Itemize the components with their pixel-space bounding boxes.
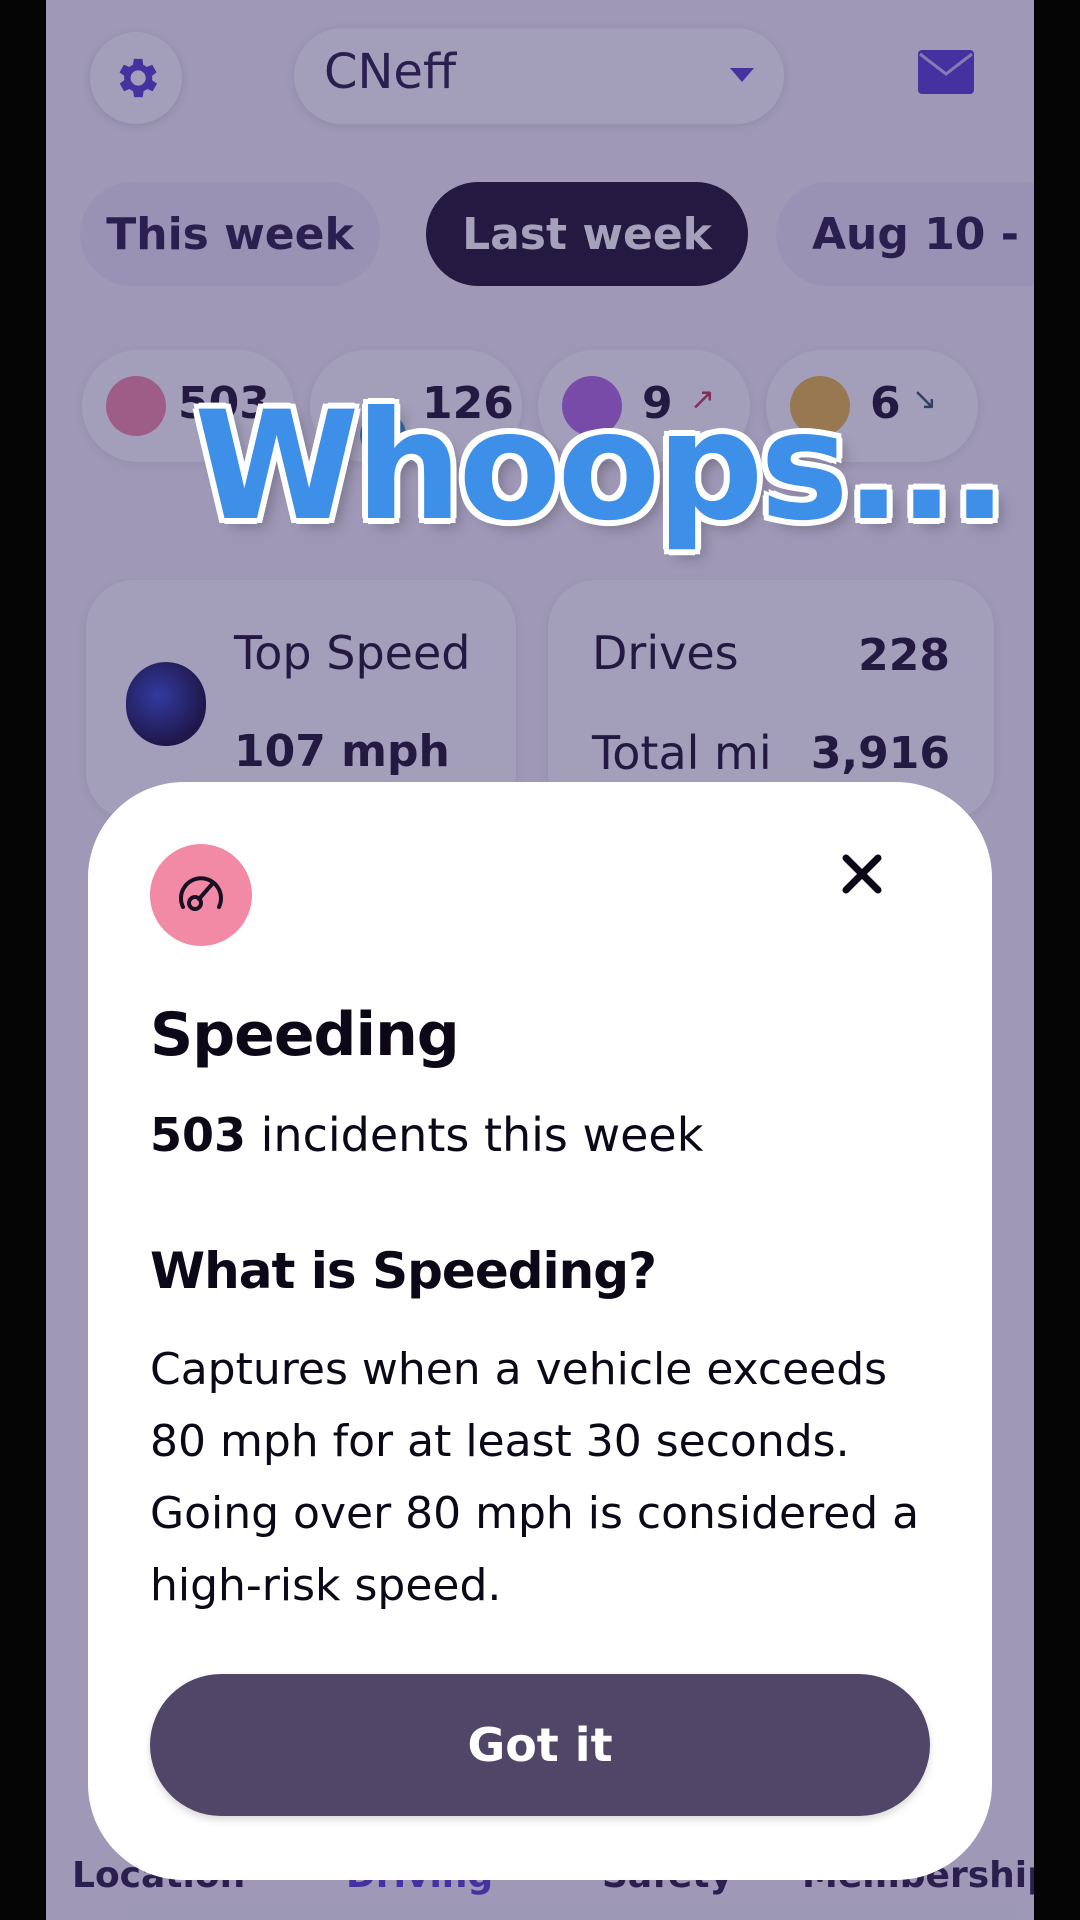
modal-title: Speeding: [150, 1000, 460, 1070]
speeding-info-modal: Speeding 503 incidents this week What is…: [88, 782, 992, 1880]
modal-question: What is Speeding?: [150, 1242, 657, 1300]
letterbox-right: [1034, 0, 1080, 1920]
incident-count-number: 503: [150, 1108, 247, 1162]
close-icon: [842, 854, 882, 894]
caption-overlay: Whoops...: [194, 380, 1008, 554]
incident-count-text: incidents this week: [246, 1108, 704, 1162]
speedometer-icon: [150, 844, 252, 946]
got-it-button[interactable]: Got it: [150, 1674, 930, 1816]
modal-description: Captures when a vehicle exceeds 80 mph f…: [150, 1344, 920, 1611]
incident-count: 503 incidents this week: [150, 1108, 703, 1162]
app-screen: CNeff This week Last week Aug 10 - A 503…: [46, 0, 1034, 1920]
close-button[interactable]: [834, 846, 890, 902]
letterbox-left: [0, 0, 46, 1920]
